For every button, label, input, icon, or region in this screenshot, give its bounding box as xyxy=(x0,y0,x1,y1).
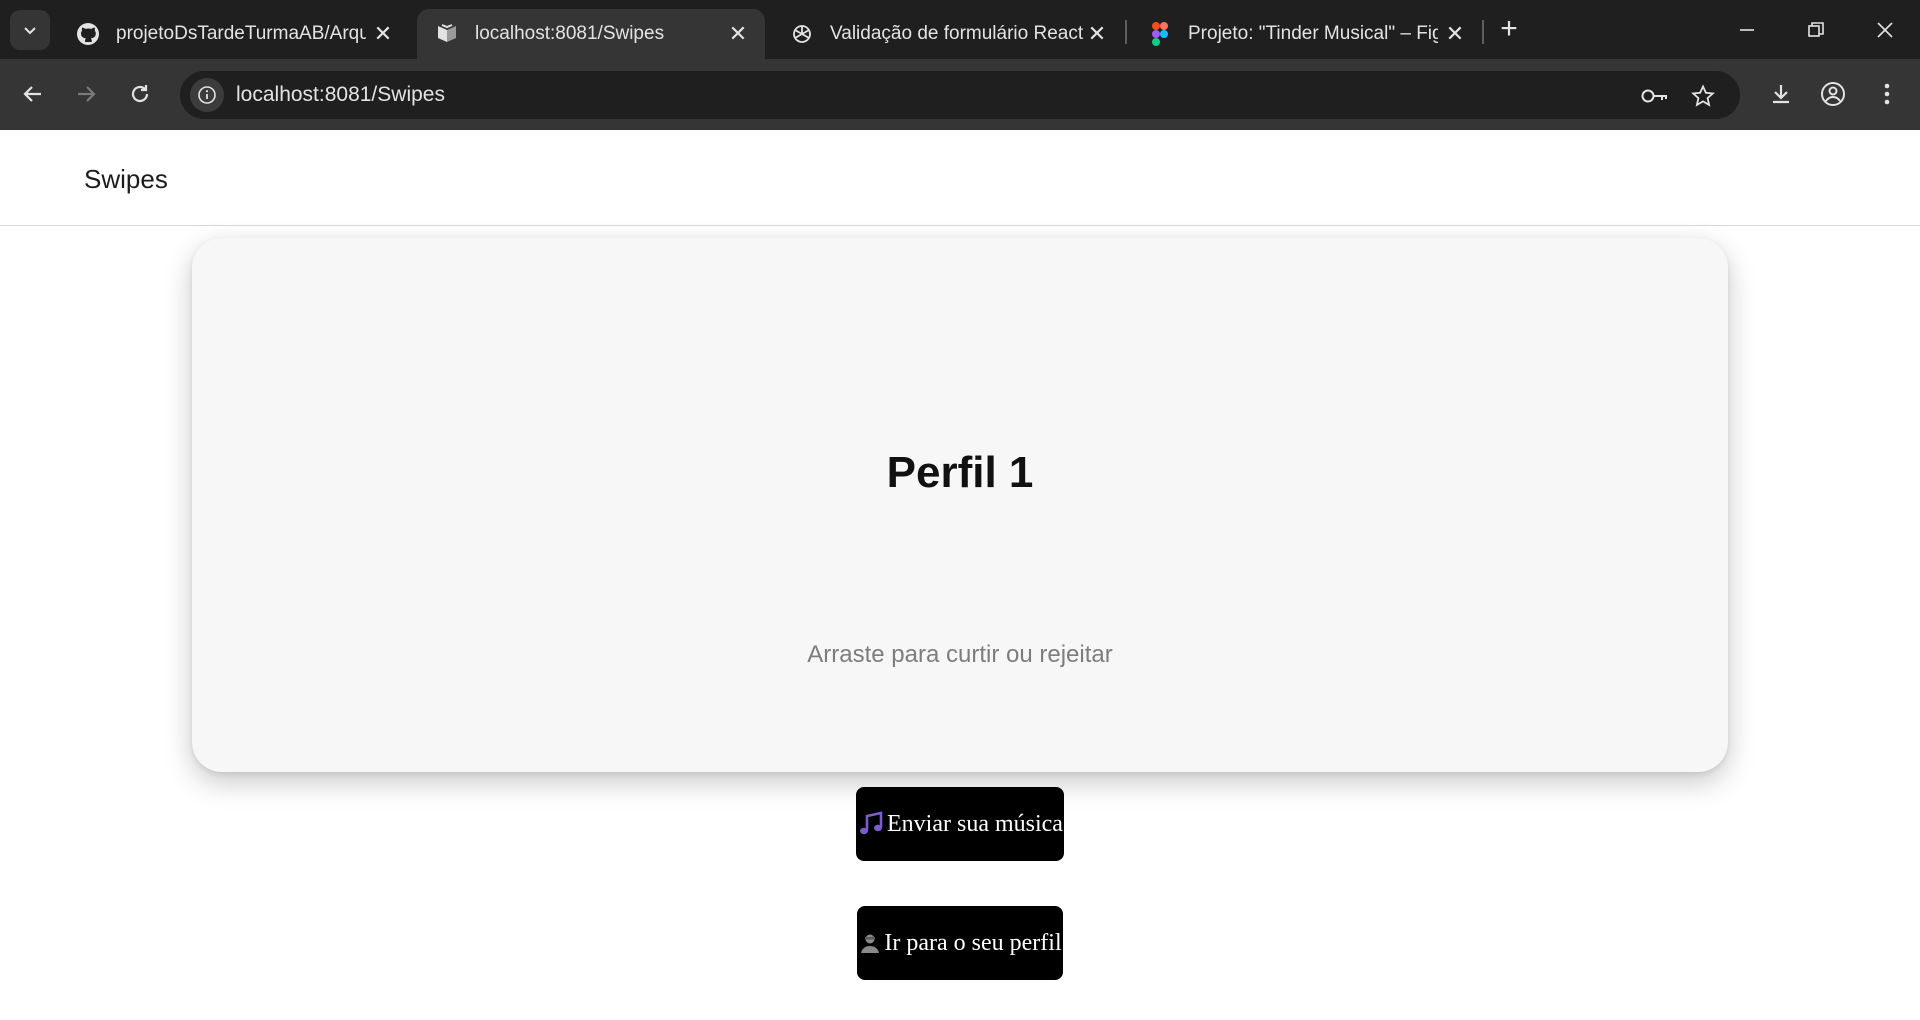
close-tab-icon[interactable]: ✕ xyxy=(370,21,396,47)
close-tab-icon[interactable]: ✕ xyxy=(1084,21,1110,47)
tab-separator xyxy=(1482,20,1484,44)
arrow-left-icon xyxy=(23,86,41,102)
minimize-button[interactable] xyxy=(1729,12,1765,48)
send-music-button[interactable]: Enviar sua música xyxy=(856,787,1064,861)
user-silhouette-icon xyxy=(858,931,882,955)
close-tab-icon[interactable]: ✕ xyxy=(725,21,751,47)
tab-github[interactable]: projetoDsTardeTurmaAB/Arquiv ✕ xyxy=(58,9,410,59)
close-icon xyxy=(1877,22,1893,38)
go-profile-label: Ir para o seu perfil xyxy=(884,929,1062,956)
github-icon xyxy=(76,22,100,46)
tab-title: Validação de formulário React xyxy=(830,23,1084,44)
url-text[interactable]: localhost:8081/Swipes xyxy=(236,83,445,107)
close-window-button[interactable] xyxy=(1867,12,1903,48)
restore-icon xyxy=(1808,22,1824,37)
arrow-right-icon xyxy=(78,86,96,102)
downloads-icon[interactable] xyxy=(1764,77,1798,111)
restore-button[interactable] xyxy=(1798,12,1834,48)
page-title: Swipes xyxy=(84,164,168,194)
app-header: Swipes xyxy=(0,130,1920,226)
browser-tab-strip: projetoDsTardeTurmaAB/Arquiv ✕ localhost… xyxy=(0,0,1920,59)
close-tab-icon[interactable]: ✕ xyxy=(1442,21,1468,47)
swipes-page: Swipes Perfil 1 Arraste para curtir ou r… xyxy=(0,130,1920,1020)
swipe-hint: Arraste para curtir ou rejeitar xyxy=(807,641,1113,668)
openai-icon xyxy=(790,22,814,46)
reload-button[interactable] xyxy=(122,76,158,112)
figma-icon xyxy=(1148,22,1172,46)
browser-toolbar: localhost:8081/Swipes xyxy=(0,59,1920,130)
music-note-icon xyxy=(857,810,885,838)
browser-menu-icon[interactable] xyxy=(1870,77,1904,111)
back-button[interactable] xyxy=(15,76,51,112)
site-info-icon[interactable] xyxy=(190,78,224,112)
send-music-label: Enviar sua música xyxy=(887,810,1063,837)
profile-name: Perfil 1 xyxy=(886,448,1034,497)
bookmark-star-icon[interactable] xyxy=(1688,81,1718,111)
minimize-icon xyxy=(1740,29,1754,31)
tab-figma[interactable]: Projeto: "Tinder Musical" – Figm ✕ xyxy=(1130,9,1482,59)
tab-swipes[interactable]: localhost:8081/Swipes ✕ xyxy=(417,9,765,59)
tab-title: localhost:8081/Swipes xyxy=(475,23,665,44)
expo-icon xyxy=(435,22,459,46)
tab-validacao[interactable]: Validação de formulário React ✕ xyxy=(772,9,1114,59)
address-bar[interactable]: localhost:8081/Swipes xyxy=(180,71,1740,119)
forward-button[interactable] xyxy=(68,76,104,112)
reload-icon xyxy=(131,85,149,103)
profile-account-icon[interactable] xyxy=(1816,77,1850,111)
password-key-icon[interactable] xyxy=(1640,81,1670,111)
new-tab-button[interactable]: + xyxy=(1494,12,1524,45)
go-to-profile-button[interactable]: Ir para o seu perfil xyxy=(857,906,1063,980)
chevron-down-icon xyxy=(24,27,36,35)
tab-separator xyxy=(1125,20,1127,44)
tab-title: Projeto: "Tinder Musical" – Figm xyxy=(1188,23,1438,44)
tab-search-button[interactable] xyxy=(10,10,50,50)
tab-title: projetoDsTardeTurmaAB/Arquiv xyxy=(116,23,366,44)
profile-swipe-card[interactable]: Perfil 1 Arraste para curtir ou rejeitar xyxy=(192,238,1728,772)
